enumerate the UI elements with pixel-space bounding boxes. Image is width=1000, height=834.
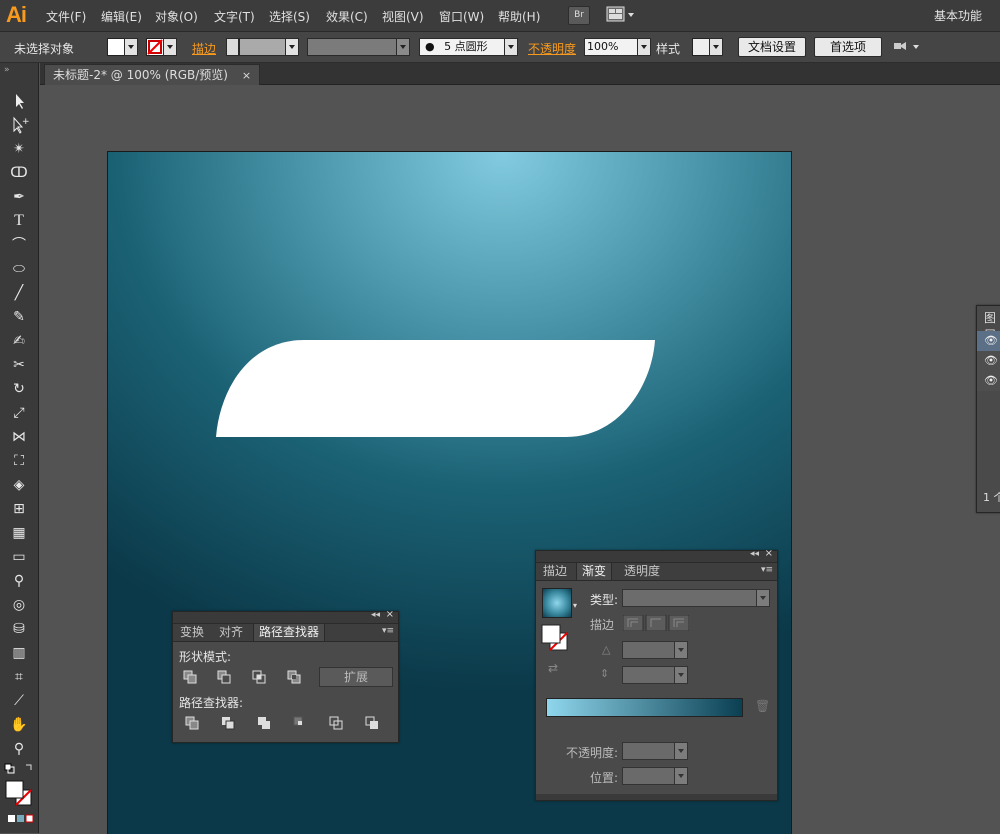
panel-collapse-icon[interactable]: ◂◂: [750, 549, 759, 559]
panel-resize-grip[interactable]: [536, 794, 777, 800]
delete-stop-icon[interactable]: 🗑: [755, 699, 770, 713]
minus-front-icon: [217, 670, 231, 684]
stroke-label: 描边: [590, 618, 615, 632]
aspect-ratio-field[interactable]: [622, 666, 688, 684]
tab-stroke[interactable]: 描边: [538, 563, 572, 580]
white-leaf-shape: [216, 340, 655, 437]
pathfinder-panel: ◂◂ × 变换 对齐 路径查找器 ▾≡ 形状模式: 扩展 路径查找器:: [172, 609, 399, 743]
reverse-gradient-icon[interactable]: ⇄: [548, 661, 558, 675]
layer-row[interactable]: 👁: [977, 351, 1000, 371]
opacity-dropdown-arrow: [674, 743, 687, 759]
divide-icon: [185, 716, 199, 730]
tab-transparency[interactable]: 透明度: [619, 563, 665, 580]
intersect-icon: [252, 670, 266, 684]
opacity-label: 不透明度:: [566, 746, 619, 760]
type-dropdown-arrow: [756, 590, 769, 606]
layer-row[interactable]: 👁: [977, 371, 1000, 391]
gradient-panel-tabs: 描边 渐变 透明度 ▾≡: [536, 563, 777, 581]
tab-gradient[interactable]: 渐变: [576, 563, 613, 580]
gradient-slider[interactable]: [546, 698, 743, 717]
visibility-eye-icon[interactable]: 👁: [984, 374, 998, 387]
layers-panel: 图层 👁 👁 👁 1 个: [976, 305, 1000, 513]
stop-opacity-field[interactable]: [622, 742, 688, 760]
panel-menu-icon[interactable]: ▾≡: [761, 565, 773, 575]
stop-location-field[interactable]: [622, 767, 688, 785]
gradient-thumbnail[interactable]: [542, 588, 572, 618]
tab-pathfinder[interactable]: 路径查找器: [253, 624, 326, 641]
angle-icon: △: [602, 643, 611, 656]
gradient-type-select[interactable]: [622, 589, 770, 607]
expand-button[interactable]: 扩展: [319, 667, 393, 687]
aspect-ratio-icon: ⇕: [600, 667, 610, 680]
tab-transform[interactable]: 变换: [175, 624, 209, 641]
panel-menu-icon[interactable]: ▾≡: [382, 626, 394, 636]
gradient-panel-titlebar[interactable]: ◂◂ ×: [536, 548, 777, 563]
panel-close-icon[interactable]: ×: [386, 609, 394, 620]
pathfinder-panel-titlebar[interactable]: ◂◂ ×: [173, 609, 398, 624]
layers-count-label: 1 个: [983, 491, 1000, 504]
visibility-eye-icon[interactable]: 👁: [984, 334, 998, 347]
gradient-fill-stroke-icon[interactable]: [541, 624, 571, 654]
type-label: 类型:: [590, 593, 619, 607]
tab-align[interactable]: 对齐: [214, 624, 248, 641]
pathfinder-buttons: [185, 716, 378, 730]
gradient-presets-arrow-icon[interactable]: ▾: [573, 601, 577, 610]
angle-field[interactable]: [622, 641, 688, 659]
panel-collapse-icon[interactable]: ◂◂: [371, 610, 380, 620]
location-dropdown-arrow: [674, 768, 687, 784]
pathfinders-label: 路径查找器:: [179, 696, 244, 710]
visibility-eye-icon[interactable]: 👁: [984, 354, 998, 367]
leaf-shape-layer: [216, 340, 655, 437]
aspect-dropdown-arrow: [674, 667, 687, 683]
layer-row[interactable]: 👁: [977, 331, 1000, 351]
outline-icon: [329, 716, 343, 730]
merge-icon: [258, 717, 270, 729]
pathfinder-panel-tabs: 变换 对齐 路径查找器 ▾≡: [173, 624, 398, 642]
crop-icon: [293, 716, 303, 726]
unite-icon: [183, 670, 197, 684]
trim-icon: [222, 717, 235, 730]
shape-modes-label: 形状模式:: [179, 650, 232, 664]
panel-close-icon[interactable]: ×: [765, 548, 773, 559]
stroke-gradient-buttons[interactable]: [623, 615, 689, 631]
minus-back-icon: [365, 716, 378, 729]
shape-mode-buttons: [183, 670, 301, 684]
gradient-panel: ◂◂ × 描边 渐变 透明度 ▾≡ ▾ ⇄ 类型: 描边 △ ⇕ 🗑 不透明度:…: [535, 548, 778, 801]
angle-dropdown-arrow: [674, 642, 687, 658]
location-label: 位置:: [590, 771, 619, 785]
exclude-icon: [287, 670, 301, 684]
